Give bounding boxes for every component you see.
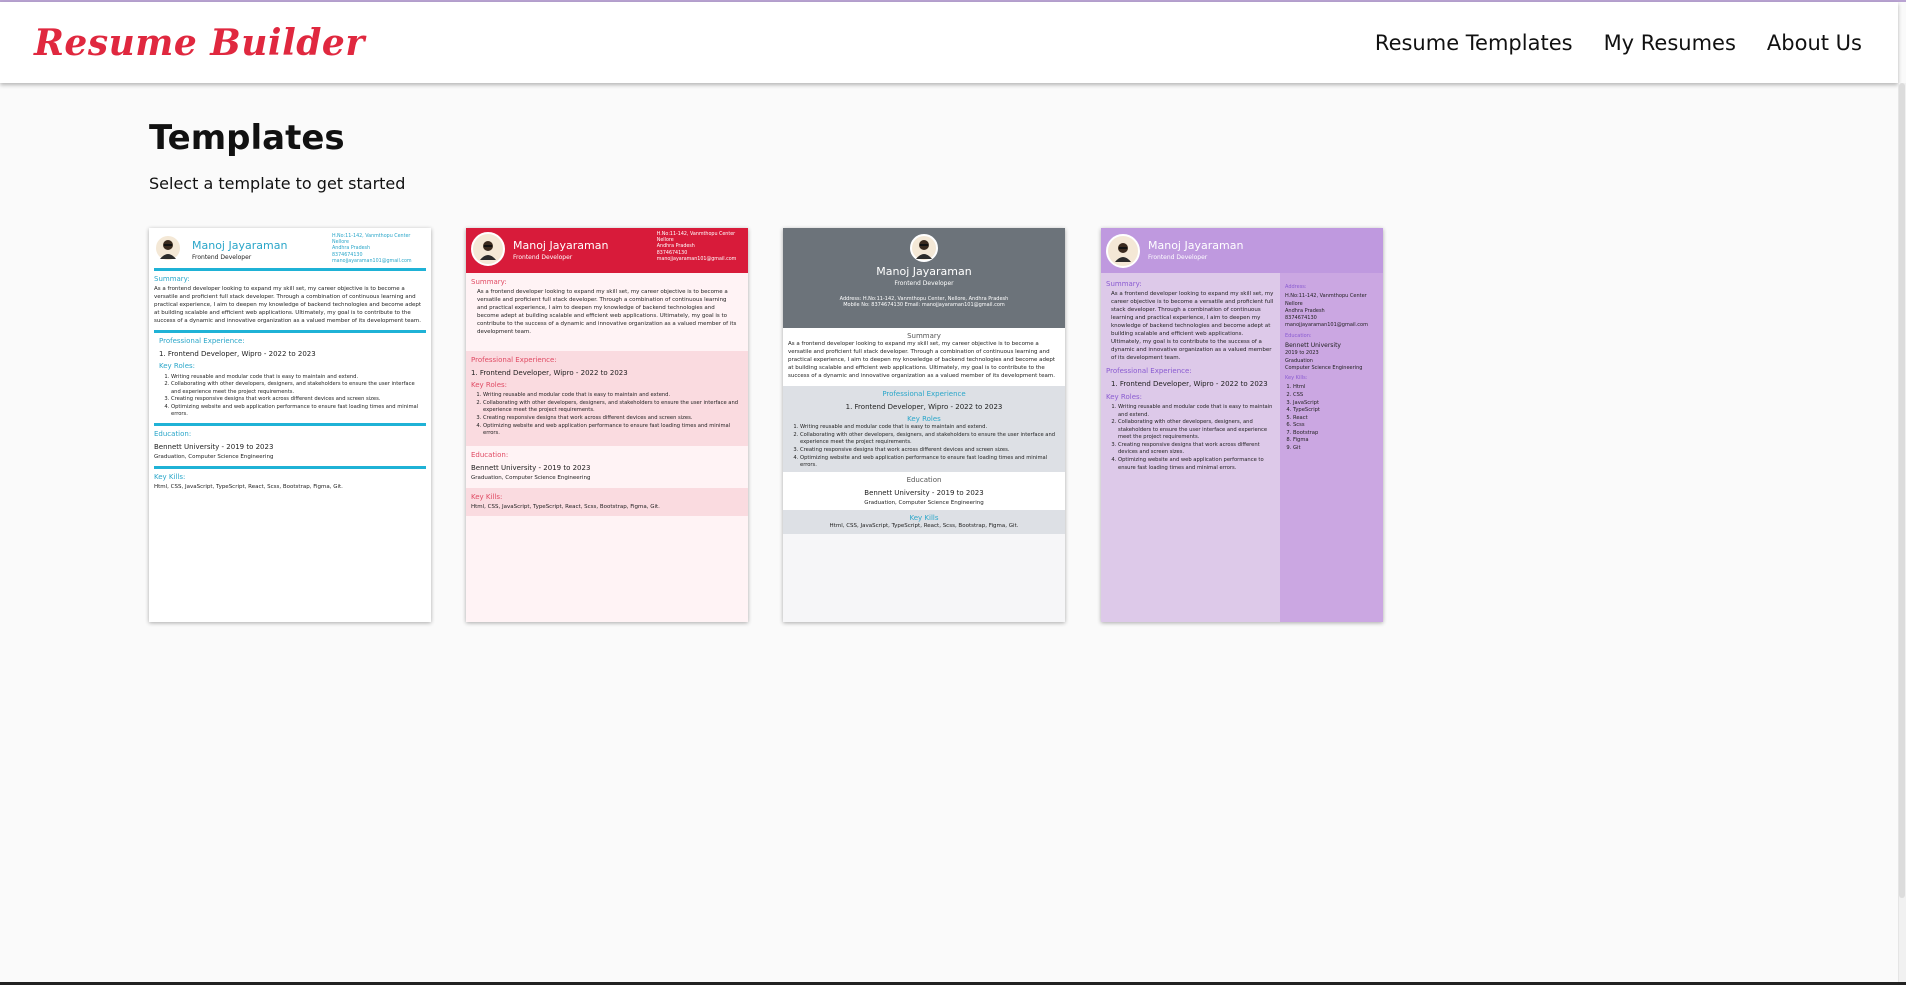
nav-links: Resume Templates My Resumes About Us (1375, 31, 1862, 55)
template-card-2[interactable]: Manoj Jayaraman Frontend Developer H.No:… (466, 228, 748, 622)
template-header: Manoj Jayaraman Frontend Developer H.No:… (466, 228, 748, 273)
template-side-column: Address: H.No:11-142, Vanmthopu Center N… (1280, 273, 1383, 622)
education-section: Education: Bennett University - 2019 to … (154, 429, 274, 461)
summary-section: Summary As a frontend developer looking … (783, 328, 1065, 386)
resume-contact: H.No:11-142, Vanmthopu Center Nellore An… (332, 234, 412, 264)
resume-name: Manoj Jayaraman (876, 265, 972, 278)
avatar-icon (1106, 233, 1140, 268)
nav-resume-templates[interactable]: Resume Templates (1375, 31, 1573, 55)
resume-role: Frontend Developer (1148, 254, 1208, 262)
experience-section: Professional Experience: 1. Frontend Dev… (466, 351, 748, 446)
summary-section: Summary: As a frontend developer looking… (154, 275, 422, 325)
summary-section: Summary: As a frontend developer looking… (471, 278, 737, 335)
resume-name: Manoj Jayaraman (1148, 239, 1244, 253)
template-card-4[interactable]: Manoj Jayaraman Frontend Developer Summa… (1101, 228, 1383, 622)
navbar: Resume Builder Resume Templates My Resum… (0, 2, 1898, 83)
brand-logo[interactable]: Resume Builder (34, 22, 365, 64)
resume-role: Frontend Developer (894, 279, 954, 287)
template-card-3[interactable]: Manoj Jayaraman Frontend Developer Addre… (783, 228, 1065, 622)
resume-contact: H.No:11-142, Vanmthopu Center Nellore An… (656, 232, 737, 262)
skills-section: Key Kills Html, CSS, JavaScript, TypeScr… (783, 510, 1065, 535)
skills-section: Key Kills: Html, CSS, JavaScript, TypeSc… (154, 473, 343, 491)
page-title: Templates (149, 118, 345, 158)
template-header: Manoj Jayaraman Frontend Developer Addre… (783, 228, 1065, 328)
avatar-icon (471, 232, 505, 266)
template-header: Manoj Jayaraman Frontend Developer H.No:… (149, 228, 431, 268)
page-subtitle: Select a template to get started (149, 174, 406, 193)
template-card-1[interactable]: Manoj Jayaraman Frontend Developer H.No:… (149, 228, 431, 622)
nav-my-resumes[interactable]: My Resumes (1604, 31, 1736, 55)
template-main-column: Summary: As a frontend developer looking… (1101, 273, 1280, 622)
experience-section: Professional Experience 1. Frontend Deve… (783, 386, 1065, 472)
resume-contact: Address: H.No:11-142, Vanmthopu Center, … (839, 295, 1009, 309)
avatar-icon (910, 234, 938, 262)
resume-role: Frontend Developer (192, 253, 252, 261)
experience-section: Professional Experience: 1. Frontend Dev… (149, 333, 431, 423)
education-section: Education: Bennett University - 2019 to … (471, 451, 591, 482)
resume-name: Manoj Jayaraman (513, 239, 609, 252)
resume-name: Manoj Jayaraman (192, 239, 288, 252)
education-section: Education Bennett University - 2019 to 2… (783, 472, 1065, 510)
nav-about-us[interactable]: About Us (1767, 31, 1862, 55)
avatar-icon (154, 234, 182, 262)
page-scrollbar[interactable] (1898, 83, 1906, 985)
resume-role: Frontend Developer (513, 253, 573, 261)
scrollbar-thumb[interactable] (1899, 83, 1905, 898)
skills-section: Key Kills: Html, CSS, JavaScript, TypeSc… (466, 488, 748, 517)
template-header: Manoj Jayaraman Frontend Developer (1101, 228, 1383, 273)
